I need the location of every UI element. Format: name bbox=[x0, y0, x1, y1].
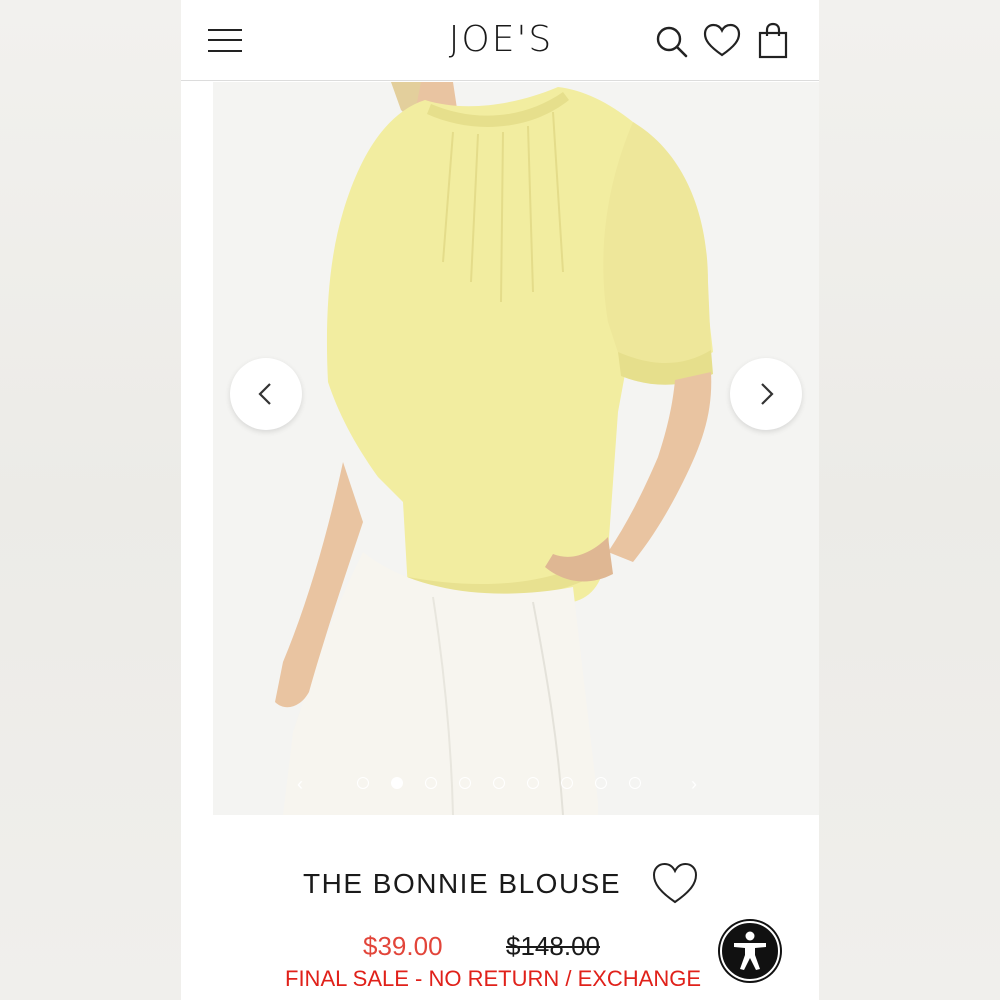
wishlist-heart-icon[interactable] bbox=[651, 860, 699, 906]
pagination-dot[interactable] bbox=[357, 777, 369, 789]
gallery-prev-button[interactable] bbox=[230, 358, 302, 430]
pagination-dot[interactable] bbox=[561, 777, 573, 789]
pagination-next[interactable]: › bbox=[691, 774, 697, 795]
product-image-gallery[interactable]: ‹ › bbox=[213, 82, 819, 815]
accessibility-icon bbox=[720, 921, 780, 981]
menu-icon[interactable] bbox=[208, 27, 244, 53]
backdrop-right bbox=[819, 0, 1000, 1000]
pagination-dot[interactable] bbox=[527, 777, 539, 789]
pagination-dot[interactable] bbox=[493, 777, 505, 789]
site-header: JOE'S bbox=[181, 0, 819, 81]
chevron-left-icon bbox=[258, 383, 271, 405]
chevron-right-icon bbox=[761, 383, 774, 405]
final-sale-notice: FINAL SALE - NO RETURN / EXCHANGE bbox=[285, 966, 702, 991]
pagination-dot-active[interactable] bbox=[391, 777, 403, 789]
product-photo bbox=[213, 82, 819, 815]
product-title: THE BONNIE BLOUSE bbox=[303, 868, 622, 899]
gallery-pagination: ‹ › bbox=[213, 772, 819, 796]
sale-price: $39.00 bbox=[363, 931, 443, 961]
heart-icon[interactable] bbox=[703, 22, 741, 60]
original-price: $148.00 bbox=[506, 931, 600, 961]
pagination-dot[interactable] bbox=[425, 777, 437, 789]
pagination-dot[interactable] bbox=[629, 777, 641, 789]
accessibility-button[interactable] bbox=[718, 919, 782, 983]
gallery-next-button[interactable] bbox=[730, 358, 802, 430]
pagination-dot[interactable] bbox=[459, 777, 471, 789]
pagination-prev[interactable]: ‹ bbox=[297, 774, 303, 795]
search-icon[interactable] bbox=[653, 22, 691, 60]
shopping-bag-icon[interactable] bbox=[755, 22, 793, 60]
brand-logo[interactable]: JOE'S bbox=[411, 18, 591, 62]
pagination-dot[interactable] bbox=[595, 777, 607, 789]
phone-screen: JOE'S ‹ › THE BONNIE BLOUSE $39.00 $148.… bbox=[181, 0, 819, 1000]
backdrop-left bbox=[0, 0, 181, 1000]
